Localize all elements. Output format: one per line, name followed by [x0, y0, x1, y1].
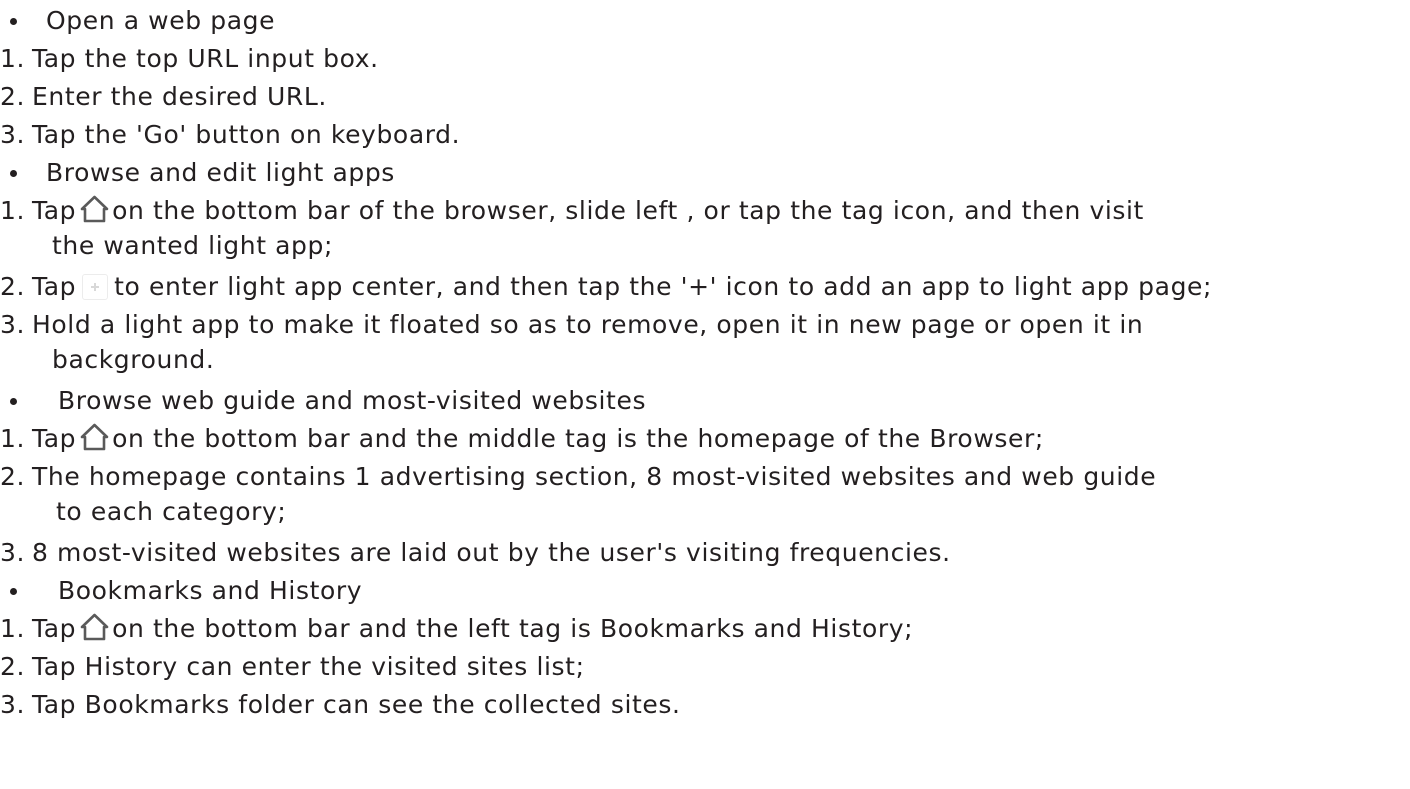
- step-number: 2.: [0, 652, 26, 681]
- heading-text: Open a web page: [46, 6, 276, 35]
- step-text: Hold a light app to make it floated so a…: [32, 310, 1144, 339]
- step-number: 3.: [0, 310, 26, 339]
- step-text: Tap on the bottom bar and the left tag is…: [32, 612, 913, 645]
- step-text: Tap the 'Go' button on keyboard.: [32, 120, 461, 149]
- step-text: Tap History can enter the visited sites …: [32, 652, 585, 681]
- step-text: Tap to enter light app center, and then t…: [32, 270, 1212, 303]
- heading-text: Browse and edit light apps: [46, 158, 395, 187]
- step-number: 2.: [0, 462, 26, 491]
- step-text: Enter the desired URL.: [32, 82, 327, 111]
- step-number: 1.: [0, 424, 26, 453]
- step-text: to each category;: [56, 497, 287, 526]
- step-text: background.: [52, 345, 215, 374]
- heading-text: Bookmarks and History: [58, 576, 363, 605]
- plus-icon: [82, 274, 109, 300]
- step-number: 2.: [0, 272, 26, 301]
- step-text-part: to enter light app center, and then tap …: [114, 272, 1213, 301]
- home-icon: [80, 613, 109, 641]
- step-text: Tap the top URL input box.: [32, 44, 379, 73]
- step-number: 3.: [0, 690, 26, 719]
- help-document: Open a web page 1. Tap the top URL input…: [0, 0, 1410, 789]
- step-text-part: on the bottom bar and the middle tag is …: [112, 424, 1044, 453]
- step-text-part: Tap: [32, 424, 77, 453]
- step-number: 3.: [0, 120, 26, 149]
- step-number: 2.: [0, 82, 26, 111]
- step-text: the wanted light app;: [52, 231, 334, 260]
- step-text: Tap Bookmarks folder can see the collect…: [32, 690, 681, 719]
- bullet-dot-icon: [10, 588, 17, 595]
- step-number: 1.: [0, 614, 26, 643]
- step-number: 3.: [0, 538, 26, 567]
- home-icon: [80, 195, 109, 223]
- step-text-part: Tap: [32, 614, 77, 643]
- heading-text: Browse web guide and most-visited websit…: [58, 386, 647, 415]
- bullet-dot-icon: [10, 398, 17, 405]
- step-text-part: Tap: [32, 196, 77, 225]
- step-text: The homepage contains 1 advertising sect…: [32, 462, 1157, 491]
- bullet-dot-icon: [10, 170, 17, 177]
- step-text-part: Tap: [32, 272, 77, 301]
- step-number: 1.: [0, 196, 26, 225]
- step-text-part: on the bottom bar and the left tag is Bo…: [112, 614, 914, 643]
- step-number: 1.: [0, 44, 26, 73]
- step-text: Tap on the bottom bar and the middle tag …: [32, 422, 1044, 455]
- step-text: 8 most-visited websites are laid out by …: [32, 538, 951, 567]
- step-text: Tap on the bottom bar of the browser, sli…: [32, 194, 1144, 227]
- step-text-part: on the bottom bar of the browser, slide …: [112, 196, 1144, 225]
- bullet-dot-icon: [10, 18, 17, 25]
- home-icon: [80, 423, 109, 451]
